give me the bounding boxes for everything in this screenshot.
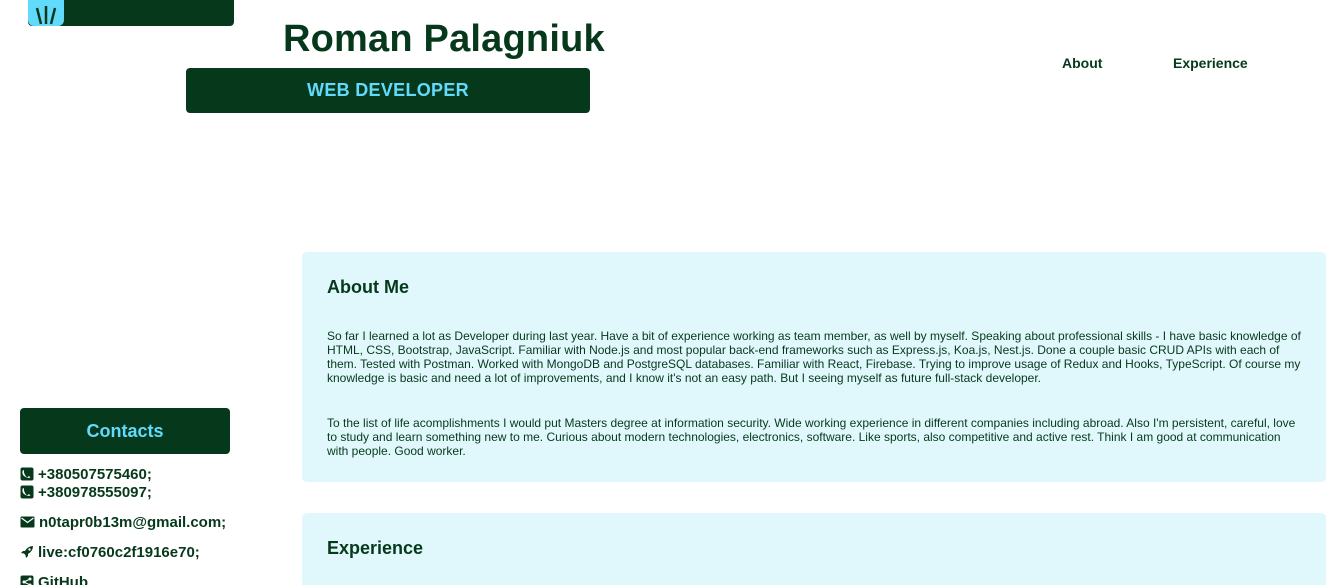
rocket-icon [21,546,33,558]
envelope-icon [20,516,35,528]
phone-1-text: +380507575460; [38,465,152,483]
experience-card: Experience [302,513,1326,585]
contacts-heading-box: Contacts [20,408,230,454]
phone-2-text: +380978555097; [38,483,152,501]
react-logo-icon [28,0,64,26]
nav-link-about[interactable]: About [1062,55,1102,71]
contacts-heading: Contacts [86,420,164,441]
contact-phone-1[interactable]: +380507575460; [20,465,280,483]
page-title: Roman Palagniuk [283,18,605,60]
about-card: About Me So far I learned a lot as Devel… [302,252,1326,482]
phone-icon [20,485,34,499]
contact-list: +380507575460; +380978555097; n0tapr0b13… [20,465,280,585]
about-paragraph-2: To the list of life acomplishments I wou… [327,416,1296,458]
contact-github[interactable]: GitHub [20,573,280,585]
phone-icon [20,467,34,481]
contact-email[interactable]: n0tapr0b13m@gmail.com; [20,513,280,531]
experience-heading: Experience [327,538,424,558]
page: Roman Palagniuk WEB DEVELOPER About Expe… [0,0,1335,585]
share-icon [20,575,34,585]
about-paragraph-1: So far I learned a lot as Developer duri… [327,329,1301,385]
email-text: n0tapr0b13m@gmail.com; [39,513,227,531]
github-link: GitHub [38,573,88,585]
contact-skype[interactable]: live:cf0760c2f1916e70; [20,543,280,561]
about-heading: About Me [327,277,409,297]
contact-phone-2[interactable]: +380978555097; [20,483,280,501]
role-badge: WEB DEVELOPER [186,68,590,113]
skype-text: live:cf0760c2f1916e70; [38,543,200,561]
nav-link-experience[interactable]: Experience [1173,55,1248,71]
avatar-box [28,0,234,26]
role-label: WEB DEVELOPER [307,80,469,100]
